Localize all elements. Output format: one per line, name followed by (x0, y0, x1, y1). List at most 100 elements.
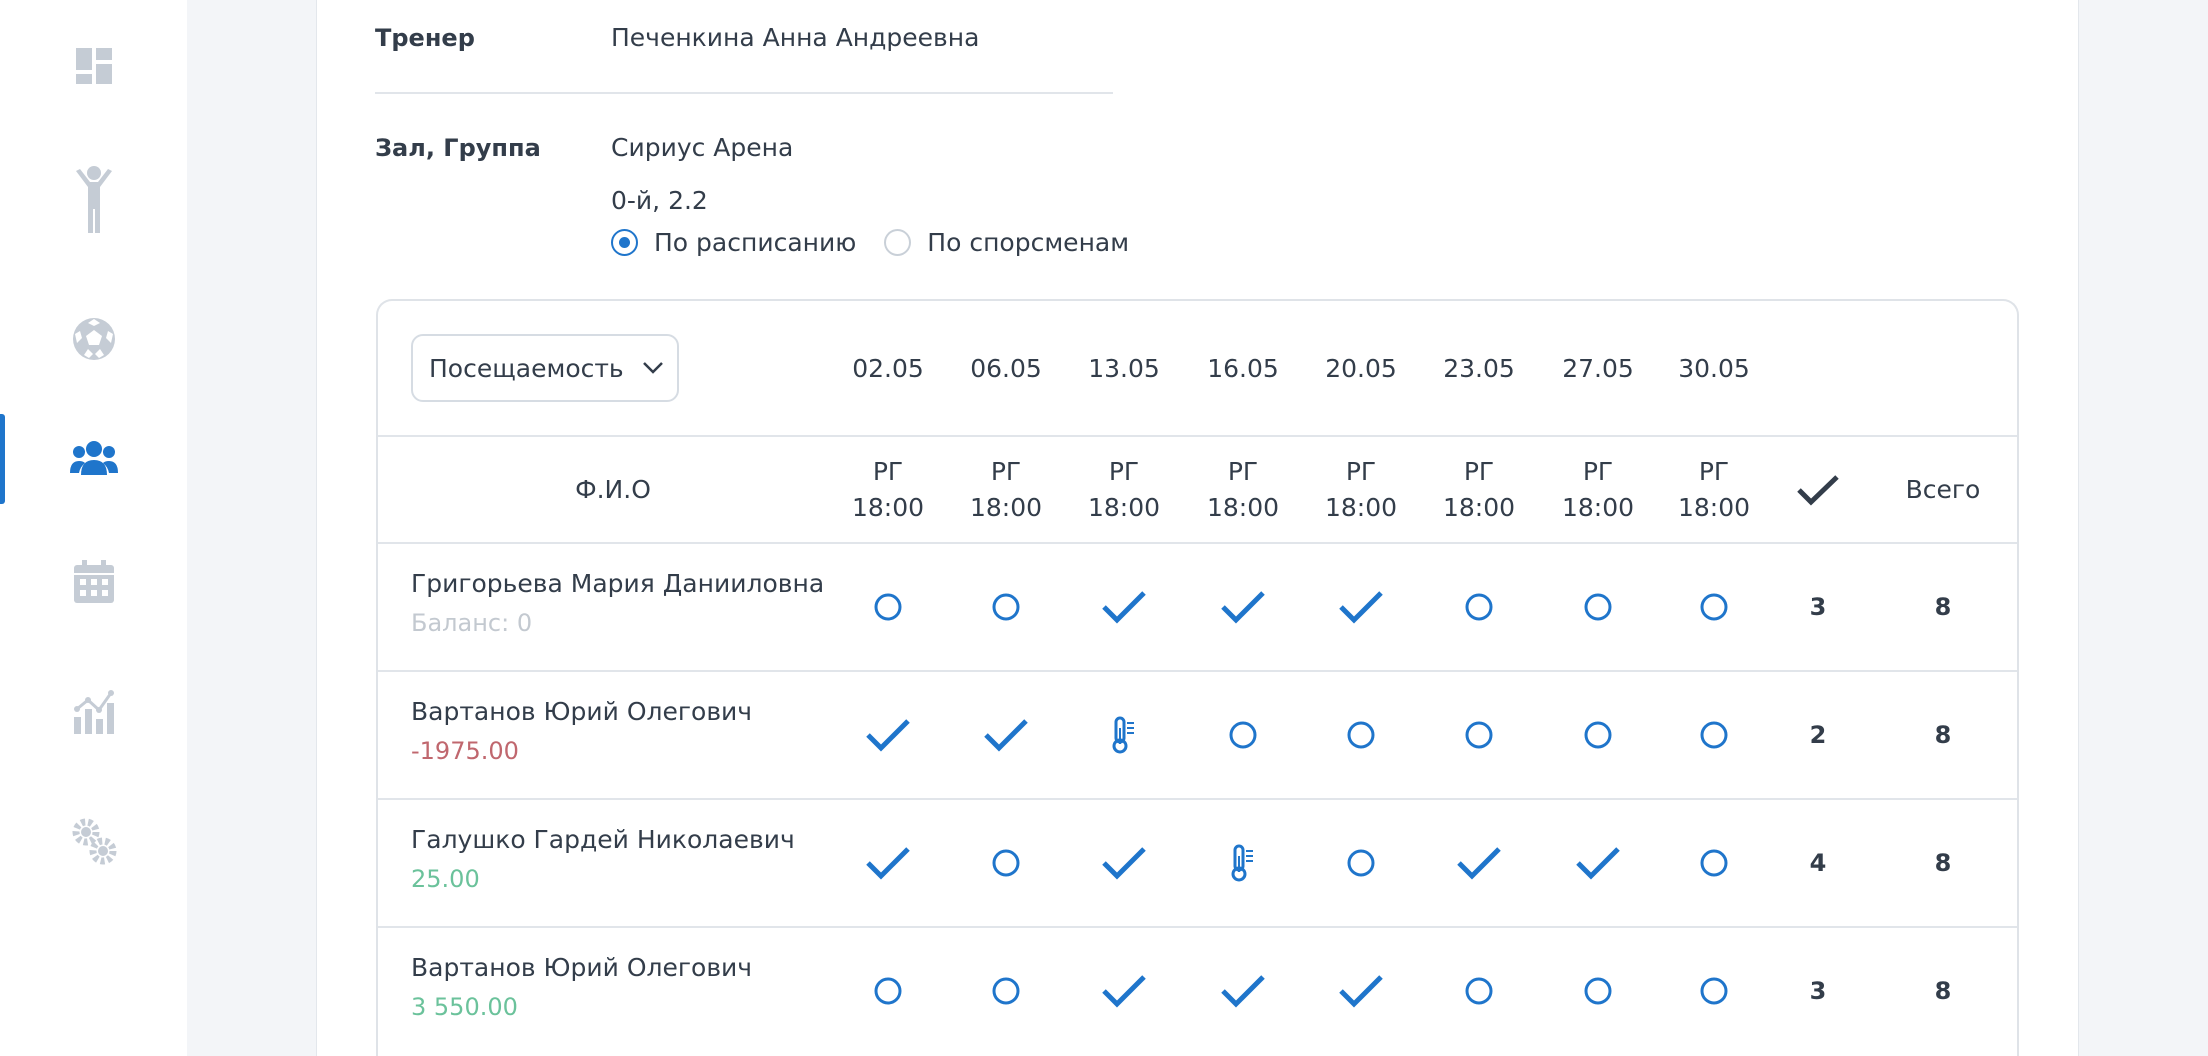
session-type: РГ (872, 456, 904, 486)
sidebar (0, 0, 187, 1056)
attendance-cell[interactable] (1439, 928, 1519, 1054)
attendance-cell[interactable] (1439, 672, 1519, 798)
session-time: 18:00 (1324, 492, 1398, 522)
date-column-header[interactable]: 27.05 (1538, 301, 1658, 435)
attendance-cell[interactable] (1203, 800, 1283, 926)
attendance-cell[interactable] (848, 672, 928, 798)
athlete-name[interactable]: Григорьева Мария Данииловна (411, 569, 824, 598)
session-type: РГ (1345, 456, 1377, 486)
attendance-cell[interactable] (1558, 544, 1638, 670)
row-divider (378, 542, 2017, 544)
session-time: 18:00 (1677, 492, 1751, 522)
attendance-cell[interactable] (1439, 544, 1519, 670)
trainer-label: Тренер (375, 24, 475, 52)
nav-analytics[interactable] (0, 667, 187, 757)
nav-dashboard[interactable] (0, 21, 187, 111)
hall-label: Зал, Группа (375, 134, 541, 162)
check-icon (1797, 474, 1839, 506)
attendance-cell[interactable] (1321, 544, 1401, 670)
athlete-name[interactable]: Вартанов Юрий Олегович (411, 953, 752, 982)
attendance-cell[interactable] (848, 800, 928, 926)
date-column-header[interactable]: 20.05 (1301, 301, 1421, 435)
not-marked-circle-icon (874, 593, 902, 621)
attendance-cell[interactable] (1674, 800, 1754, 926)
dashboard-icon (75, 48, 112, 84)
attended-check-icon (1221, 591, 1265, 624)
attendance-cell[interactable] (1084, 928, 1164, 1054)
attendance-cell[interactable] (1558, 672, 1638, 798)
hall-value: Сириус Арена (611, 133, 794, 162)
session-type: РГ (1227, 456, 1259, 486)
nav-settings[interactable] (0, 797, 187, 887)
attendance-cell[interactable] (1674, 928, 1754, 1054)
nav-sports[interactable] (0, 294, 187, 384)
attendance-cell[interactable] (966, 928, 1046, 1054)
session-type: РГ (1108, 456, 1140, 486)
mode-dropdown[interactable]: Посещаемость (411, 334, 679, 402)
attended-count: 4 (1809, 849, 1827, 877)
attended-column-header (1788, 437, 1848, 542)
attendance-cell[interactable] (1558, 800, 1638, 926)
attended-check-icon (1339, 975, 1383, 1008)
total-column-header: Всего (1905, 475, 1981, 504)
session-time: 18:00 (1087, 492, 1161, 522)
not-marked-circle-icon (1700, 721, 1728, 749)
athlete-name[interactable]: Галушко Гардей Николаевич (411, 825, 795, 854)
attendance-cell[interactable] (1558, 928, 1638, 1054)
attendance-cell[interactable] (1203, 544, 1283, 670)
attendance-cell[interactable] (1439, 800, 1519, 926)
group-value: 0-й, 2.2 (611, 186, 708, 215)
session-type: РГ (990, 456, 1022, 486)
radio-by-athletes[interactable]: По спорсменам (884, 228, 1129, 257)
attendance-cell[interactable] (1321, 672, 1401, 798)
date-column-header[interactable]: 06.05 (946, 301, 1066, 435)
trainer-value: Печенкина Анна Андреевна (611, 23, 980, 52)
attendance-cell[interactable] (1084, 800, 1164, 926)
attendance-cell[interactable] (1674, 672, 1754, 798)
athlete-name[interactable]: Вартанов Юрий Олегович (411, 697, 752, 726)
name-column-header: Ф.И.О (575, 475, 651, 504)
attendance-cell[interactable] (1674, 544, 1754, 670)
attended-check-icon (1457, 847, 1501, 880)
date-column-header[interactable]: 02.05 (828, 301, 948, 435)
total-count: 8 (1934, 593, 1952, 621)
not-marked-circle-icon (1229, 721, 1257, 749)
attendance-cell[interactable] (1084, 544, 1164, 670)
nav-athletes[interactable] (0, 155, 187, 245)
attendance-cell[interactable] (966, 800, 1046, 926)
session-time: 18:00 (1561, 492, 1635, 522)
group-icon (69, 441, 118, 475)
session-time: 18:00 (969, 492, 1043, 522)
attendance-cell[interactable] (966, 672, 1046, 798)
calendar-icon (73, 560, 114, 603)
session-slot-header: РГ 18:00 (1064, 437, 1184, 542)
not-marked-circle-icon (992, 593, 1020, 621)
attendance-cell[interactable] (1084, 672, 1164, 798)
sick-thermometer-icon (1231, 844, 1253, 882)
not-marked-circle-icon (1465, 977, 1493, 1005)
nav-calendar[interactable] (0, 537, 187, 627)
nav-groups[interactable] (0, 414, 187, 504)
attendance-cell[interactable] (1321, 800, 1401, 926)
date-column-header[interactable]: 23.05 (1419, 301, 1539, 435)
attended-check-icon (1102, 847, 1146, 880)
attendance-cell[interactable] (848, 544, 928, 670)
not-marked-circle-icon (1584, 593, 1612, 621)
attendance-cell[interactable] (1203, 928, 1283, 1054)
attendance-cell[interactable] (848, 928, 928, 1054)
attended-count: 3 (1809, 977, 1827, 1005)
date-column-header[interactable]: 13.05 (1064, 301, 1184, 435)
attendance-cell[interactable] (1203, 672, 1283, 798)
not-marked-circle-icon (874, 977, 902, 1005)
date-column-header[interactable]: 16.05 (1183, 301, 1303, 435)
radio-unchecked-icon[interactable] (884, 229, 912, 256)
date-column-header[interactable]: 30.05 (1654, 301, 1774, 435)
sick-thermometer-icon (1112, 716, 1134, 754)
session-slot-header: РГ 18:00 (1654, 437, 1774, 542)
attendance-cell[interactable] (1321, 928, 1401, 1054)
total-count: 8 (1934, 849, 1952, 877)
attendance-cell[interactable] (966, 544, 1046, 670)
athlete-balance: 3 550.00 (411, 993, 518, 1021)
radio-by-schedule[interactable]: По расписанию (611, 228, 856, 257)
radio-checked-icon[interactable] (611, 229, 638, 256)
